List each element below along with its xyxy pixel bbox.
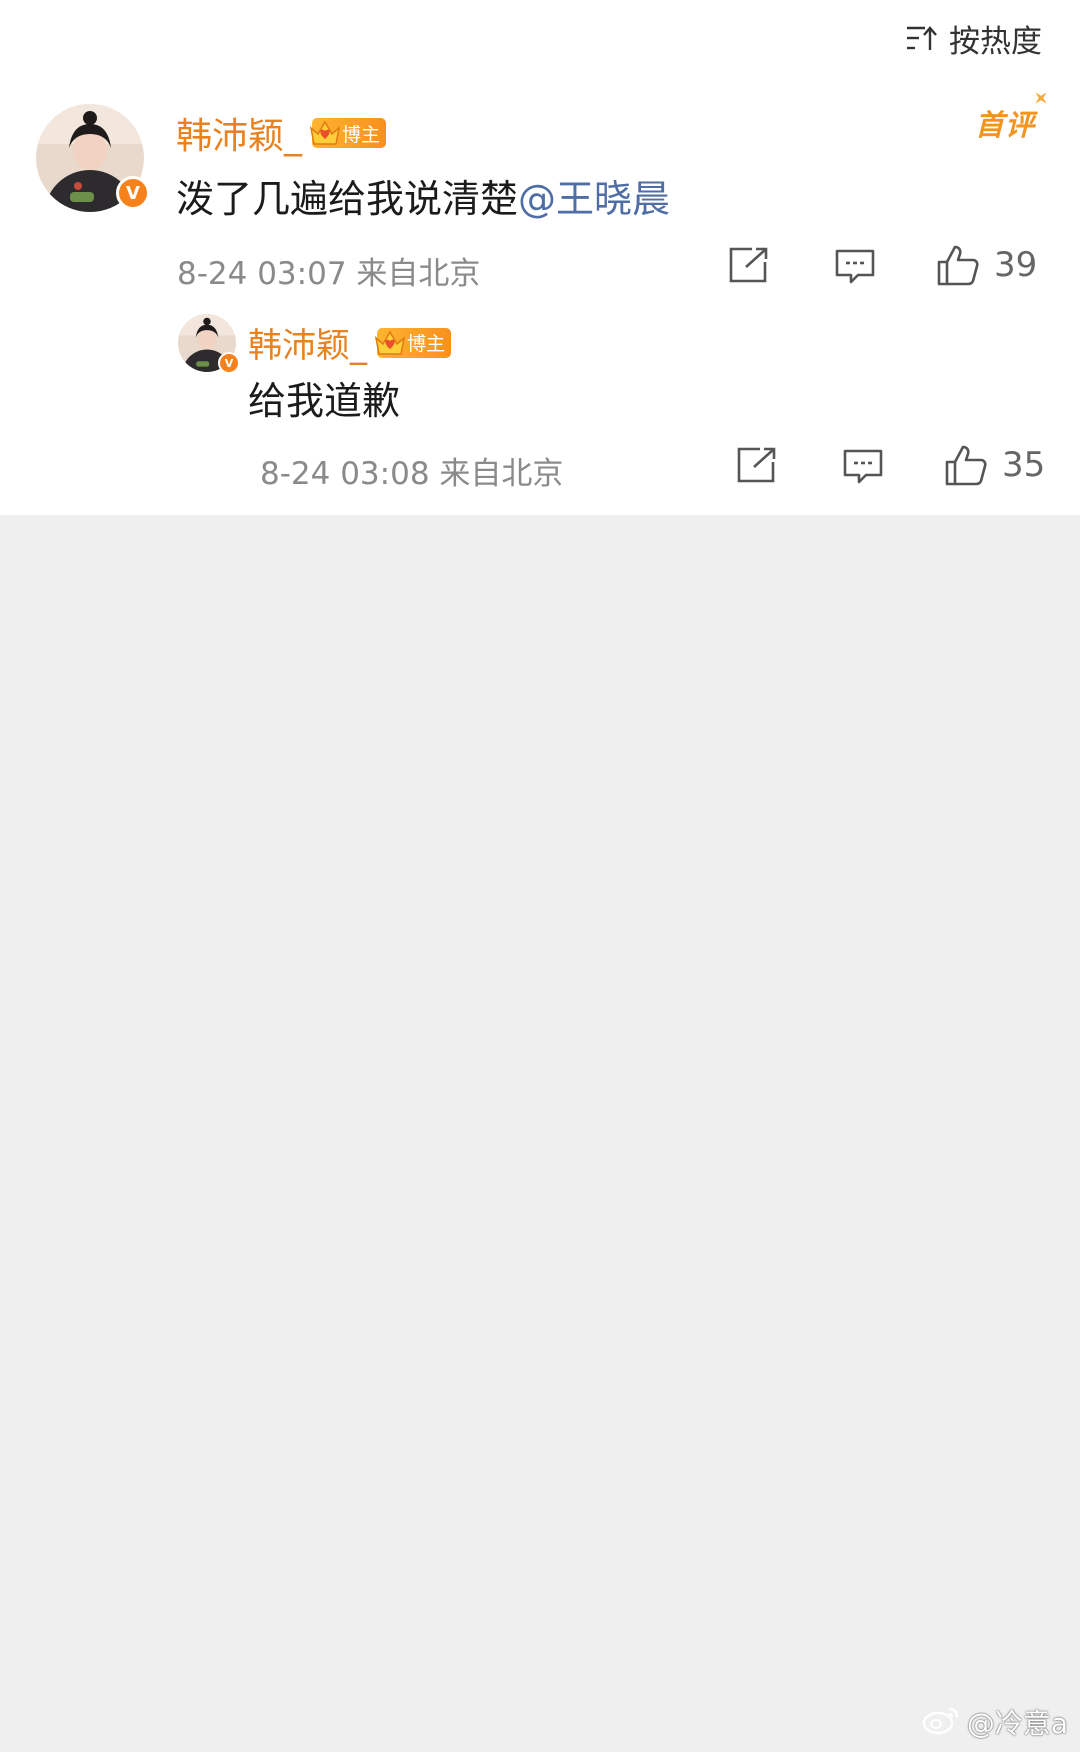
comment-reply-button[interactable] xyxy=(834,248,876,286)
reply-share-button[interactable] xyxy=(736,446,778,484)
comment-meta: 8-24 03:07 来自北京 xyxy=(177,248,480,293)
reply-author-tag: 博主 xyxy=(374,326,452,360)
author-tag-label: 博主 xyxy=(342,123,381,146)
like-button[interactable]: 39 xyxy=(936,244,1037,286)
reply-location: 来自北京 xyxy=(439,456,564,492)
username-link[interactable]: 韩沛颖_ xyxy=(176,107,302,159)
reply-like-count: 35 xyxy=(1002,445,1046,485)
like-count: 39 xyxy=(994,245,1038,285)
reply-time: 8-24 03:08 xyxy=(260,456,430,492)
comment-body: 泼了几遍给我说清楚 xyxy=(176,177,519,221)
comment-username-row: 韩沛颖_ 博主 xyxy=(176,107,387,159)
comment-time: 8-24 03:07 xyxy=(177,256,347,292)
sort-label: 按热度 xyxy=(949,23,1042,60)
reply-crown-icon xyxy=(374,326,407,360)
reply-avatar[interactable]: V xyxy=(178,314,240,374)
sparkle-icon xyxy=(1030,87,1053,110)
author-tag: 博主 xyxy=(309,116,387,150)
reply-text: 给我道歉 xyxy=(248,379,401,423)
comment-text: 泼了几遍给我说清楚@王晓晨 xyxy=(176,168,670,223)
reply-username-row: 韩沛颖_ 博主 xyxy=(248,318,452,367)
reply-verified-icon: V xyxy=(218,352,240,374)
share-button[interactable] xyxy=(728,246,770,284)
reply-comment-button[interactable] xyxy=(842,448,884,486)
watermark: @冷意a xyxy=(921,1702,1068,1742)
reply-username-link[interactable]: 韩沛颖_ xyxy=(248,318,367,367)
first-comment-label: 首评 xyxy=(974,108,1035,142)
crown-icon xyxy=(309,116,342,150)
share-icon xyxy=(728,246,770,284)
reply-comment-icon xyxy=(842,448,884,486)
reply-like-button[interactable]: 35 xyxy=(944,444,1045,486)
sort-by-hot-button[interactable]: 按热度 xyxy=(905,18,1042,60)
weibo-logo-icon xyxy=(921,1703,961,1742)
avatar[interactable]: V xyxy=(36,104,150,212)
thumbs-up-icon xyxy=(936,244,980,286)
reply-author-tag-label: 博主 xyxy=(407,333,446,355)
reply-share-icon xyxy=(736,446,778,484)
sort-icon xyxy=(905,23,937,53)
comment-location: 来自北京 xyxy=(356,256,481,292)
reply-thumbs-up-icon xyxy=(944,444,988,486)
mention-link[interactable]: @王晓晨 xyxy=(518,177,670,221)
first-comment-badge: 首评 xyxy=(975,102,1035,144)
watermark-text: @冷意a xyxy=(966,1707,1068,1740)
comment-panel: 按热度 V 韩沛颖_ 博主 首评 泼了几遍给我说清楚@王晓晨 8-24 03:0… xyxy=(0,0,1080,515)
comment-icon xyxy=(834,248,876,286)
reply-meta: 8-24 03:08 来自北京 xyxy=(260,448,563,493)
verified-icon: V xyxy=(116,176,150,210)
